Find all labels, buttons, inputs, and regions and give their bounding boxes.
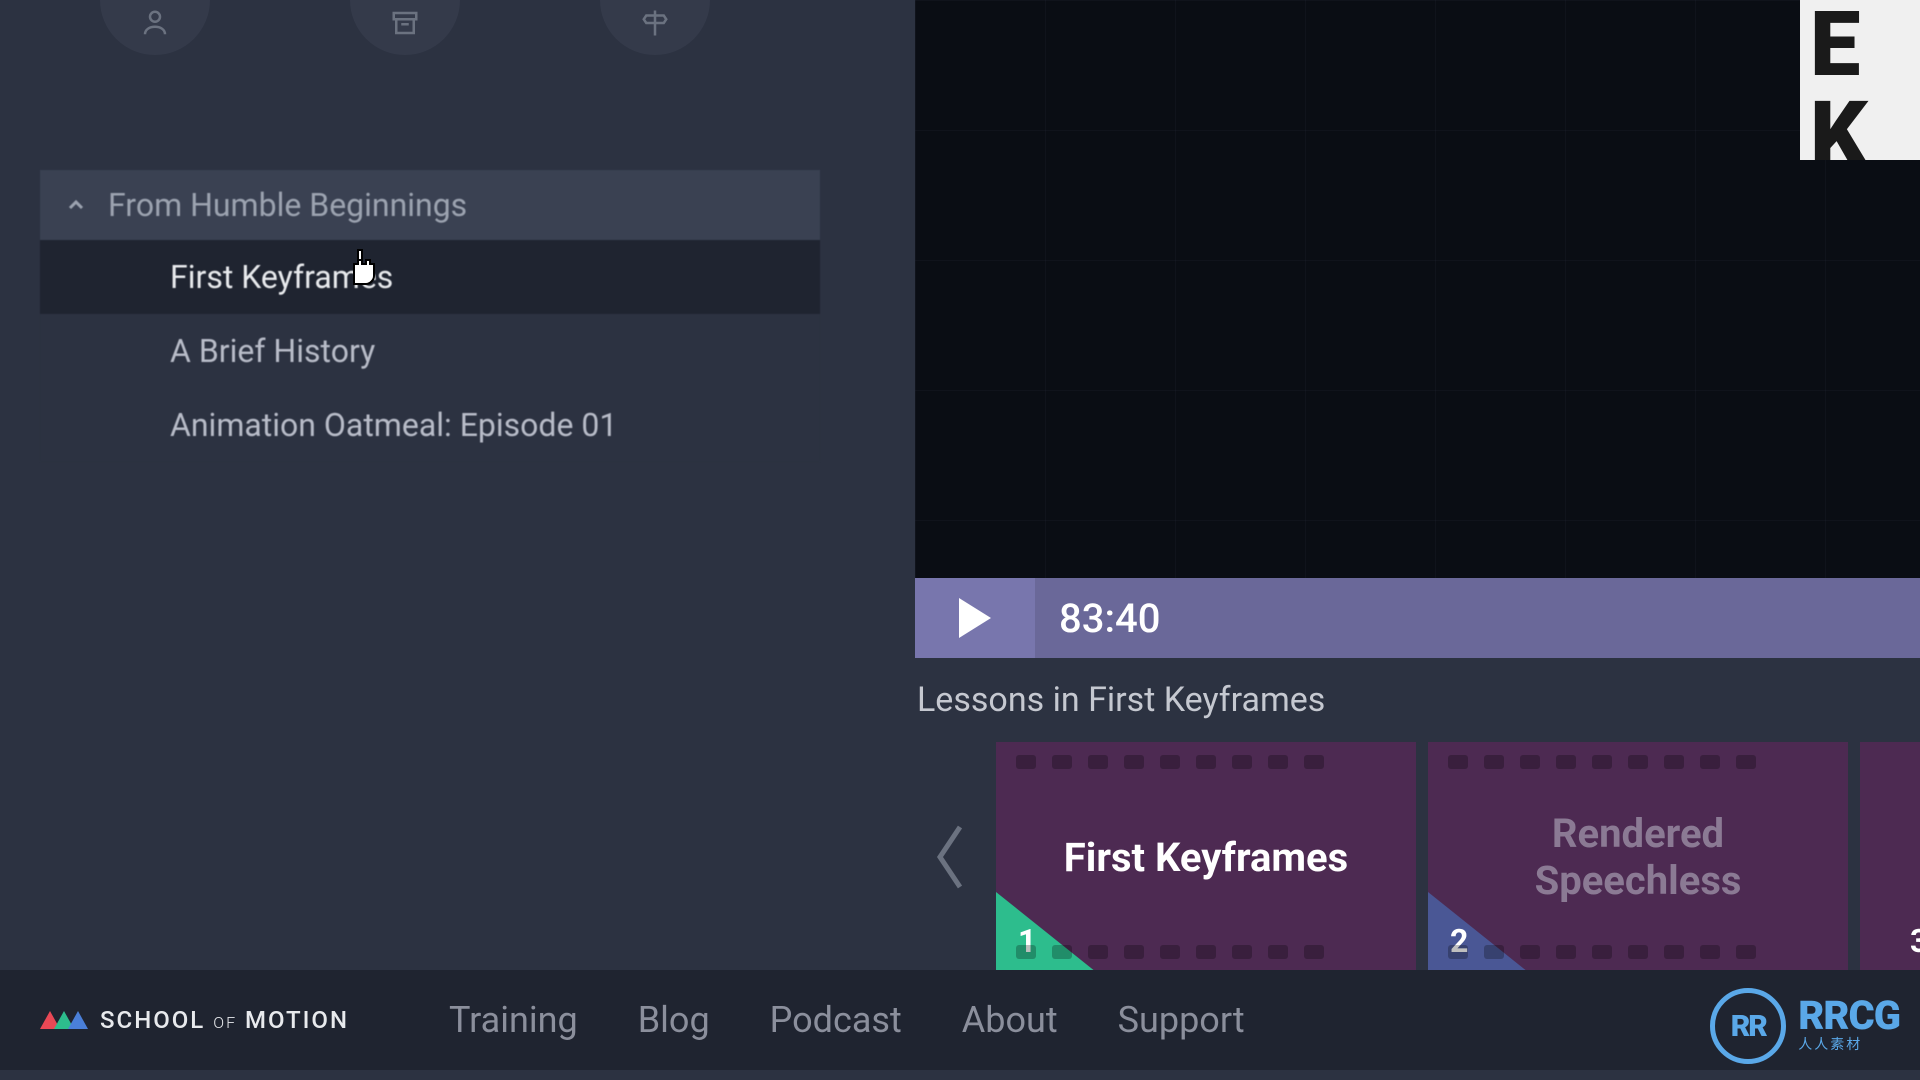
- card-number: 3: [1910, 922, 1920, 960]
- chevron-up-icon: [64, 193, 88, 217]
- section-title: From Humble Beginnings: [108, 186, 467, 224]
- lesson-item[interactable]: Animation Oatmeal: Episode 01: [40, 388, 820, 462]
- player-controls: 83:40: [915, 578, 1920, 658]
- top-icon-row: [100, 0, 710, 55]
- lessons-carousel: First Keyframes 1 Rendered Speechless 2 …: [915, 742, 1920, 972]
- footer-nav: Training Blog Podcast About Support: [449, 999, 1245, 1041]
- course-sidebar: From Humble Beginnings First Keyframes A…: [40, 170, 820, 462]
- card-title: Rendered Speechless: [1428, 810, 1848, 904]
- lessons-heading: Lessons in First Keyframes: [915, 658, 1920, 742]
- card-title: First Keyframes: [1044, 834, 1368, 881]
- video-duration: 83:40: [1059, 595, 1160, 642]
- lesson-label: First Keyframes: [170, 258, 393, 296]
- main-content: EK 83:40 Lessons in First Keyframes Firs…: [915, 0, 1920, 1080]
- section-header[interactable]: From Humble Beginnings: [40, 170, 820, 240]
- archive-icon-button[interactable]: [350, 0, 460, 55]
- footer-link-about[interactable]: About: [962, 999, 1058, 1041]
- lesson-card[interactable]: Rendered Speechless 2: [1428, 742, 1848, 972]
- brand-logo[interactable]: SCHOOL OF MOTION: [40, 1006, 349, 1034]
- video-player[interactable]: EK: [915, 0, 1920, 578]
- lesson-item[interactable]: A Brief History: [40, 314, 820, 388]
- footer: SCHOOL OF MOTION Training Blog Podcast A…: [0, 970, 1920, 1070]
- footer-link-blog[interactable]: Blog: [638, 999, 710, 1041]
- lesson-list: First Keyframes A Brief History Animatio…: [40, 240, 820, 462]
- lesson-card[interactable]: First Keyframes 1: [996, 742, 1416, 972]
- footer-link-training[interactable]: Training: [449, 999, 578, 1041]
- logo-icon: [40, 1011, 88, 1029]
- watermark: RR RRCG 人人素材: [1710, 988, 1900, 1064]
- carousel-prev-button[interactable]: [915, 742, 984, 972]
- signpost-icon-button[interactable]: [600, 0, 710, 55]
- watermark-icon: RR: [1710, 988, 1786, 1064]
- filmstrip-decoration: [996, 748, 1416, 776]
- lesson-label: A Brief History: [170, 332, 375, 370]
- play-button[interactable]: [915, 578, 1035, 658]
- chevron-left-icon: [925, 817, 975, 897]
- lesson-label: Animation Oatmeal: Episode 01: [170, 406, 617, 444]
- watermark-text: RRCG: [1798, 998, 1900, 1034]
- user-icon: [135, 8, 175, 38]
- play-icon: [959, 598, 991, 638]
- logo-text: SCHOOL OF MOTION: [100, 1006, 349, 1034]
- filmstrip-decoration: [996, 938, 1416, 966]
- lesson-card-partial[interactable]: 3: [1860, 742, 1920, 972]
- footer-link-support[interactable]: Support: [1118, 999, 1245, 1041]
- signpost-icon: [635, 8, 675, 38]
- lesson-item[interactable]: First Keyframes: [40, 240, 820, 314]
- archive-icon: [385, 8, 425, 38]
- footer-link-podcast[interactable]: Podcast: [770, 999, 902, 1041]
- filmstrip-decoration: [1428, 748, 1848, 776]
- user-icon-button[interactable]: [100, 0, 210, 55]
- video-badge: EK: [1800, 0, 1920, 160]
- filmstrip-decoration: [1428, 938, 1848, 966]
